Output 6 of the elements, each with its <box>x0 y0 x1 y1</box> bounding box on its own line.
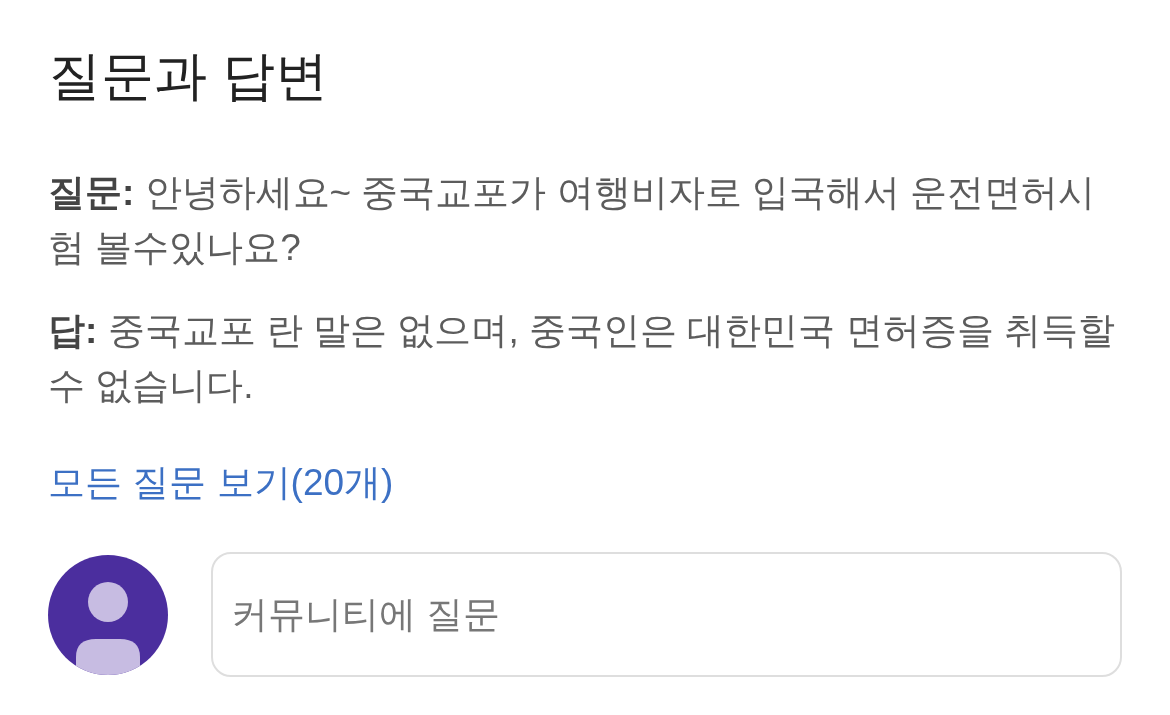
question-text: 질문: 안녕하세요~ 중국교포가 여행비자로 입국해서 운전면허시험 볼수있나요? <box>48 171 1097 270</box>
user-avatar-icon <box>48 554 168 675</box>
ask-question-field[interactable]: 커뮤니티에 질문 <box>211 552 1122 677</box>
answer-text: 답: 중국교포 란 말은 없으며, 중국인은 대한민국 면허증을 취득할 수 없습니다. <box>48 309 1116 408</box>
all-questions-link[interactable]: 모든 질문 보기(20개) <box>48 462 394 503</box>
page-heading: 질문과 답변 <box>48 45 329 107</box>
